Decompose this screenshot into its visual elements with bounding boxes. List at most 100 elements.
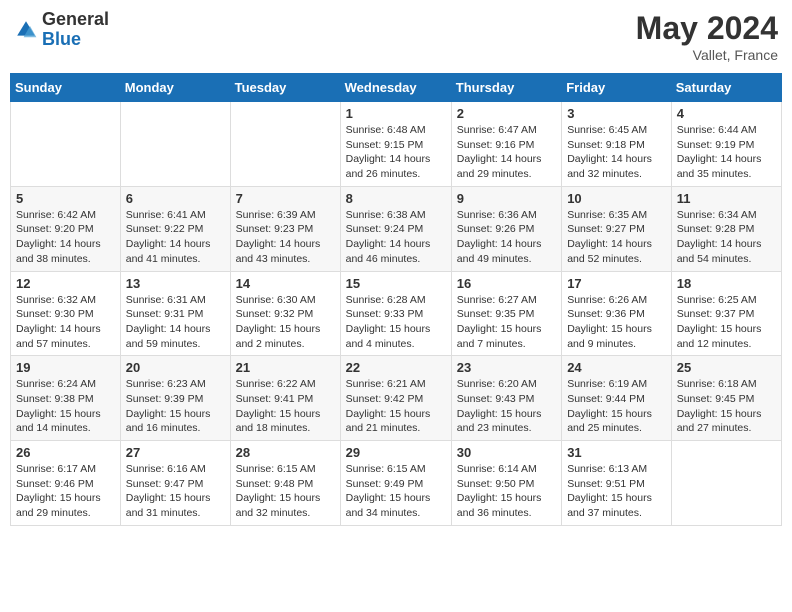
cell-content: Sunrise: 6:31 AMSunset: 9:31 PMDaylight:…	[126, 293, 225, 352]
cell-content-line: Daylight: 14 hours	[567, 238, 652, 250]
calendar-cell: 2Sunrise: 6:47 AMSunset: 9:16 PMDaylight…	[451, 102, 561, 187]
cell-content-line: Sunrise: 6:41 AM	[126, 209, 206, 221]
day-number: 13	[126, 276, 225, 291]
cell-content-line: Sunrise: 6:36 AM	[457, 209, 537, 221]
cell-content-line: Daylight: 15 hours	[236, 408, 321, 420]
day-number: 18	[677, 276, 776, 291]
cell-content: Sunrise: 6:36 AMSunset: 9:26 PMDaylight:…	[457, 208, 556, 267]
cell-content-line: Daylight: 15 hours	[567, 492, 652, 504]
calendar-week-row: 5Sunrise: 6:42 AMSunset: 9:20 PMDaylight…	[11, 186, 782, 271]
cell-content-line: Sunset: 9:18 PM	[567, 139, 645, 151]
calendar-cell: 12Sunrise: 6:32 AMSunset: 9:30 PMDayligh…	[11, 271, 121, 356]
cell-content-line: Sunrise: 6:45 AM	[567, 124, 647, 136]
calendar-cell: 26Sunrise: 6:17 AMSunset: 9:46 PMDayligh…	[11, 441, 121, 526]
cell-content-line: Sunset: 9:32 PM	[236, 308, 314, 320]
calendar-cell: 4 Sunrise: 6:44 AM Sunset: 9:19 PM Daylight…	[671, 102, 781, 187]
day-number: 31	[567, 445, 666, 460]
cell-content-line: Sunrise: 6:47 AM	[457, 124, 537, 136]
cell-content: Sunrise: 6:27 AMSunset: 9:35 PMDaylight:…	[457, 293, 556, 352]
cell-content-line: Daylight: 15 hours	[346, 323, 431, 335]
weekday-header-wednesday: Wednesday	[340, 74, 451, 102]
cell-content-line: and 27 minutes.	[677, 422, 752, 434]
cell-content-line: Sunset: 9:49 PM	[346, 478, 424, 490]
cell-content-line: Sunset: 9:31 PM	[126, 308, 204, 320]
cell-content-line: Daylight: 15 hours	[677, 323, 762, 335]
cell-content-line: Daylight: 15 hours	[126, 408, 211, 420]
day-number: 29	[346, 445, 446, 460]
cell-content-line: Daylight: 15 hours	[16, 492, 101, 504]
cell-content-line: Daylight: 15 hours	[457, 408, 542, 420]
calendar-cell: 14Sunrise: 6:30 AMSunset: 9:32 PMDayligh…	[230, 271, 340, 356]
cell-content-line: and 34 minutes.	[346, 507, 421, 519]
cell-content-line: Sunrise: 6:32 AM	[16, 294, 96, 306]
cell-content-line: Sunset: 9:35 PM	[457, 308, 535, 320]
day-number: 27	[126, 445, 225, 460]
day-number: 11	[677, 191, 776, 206]
cell-content-line: and 9 minutes.	[567, 338, 636, 350]
cell-content-line: Sunset: 9:28 PM	[677, 223, 755, 235]
cell-content-line: Daylight: 14 hours	[346, 153, 431, 165]
cell-content: Sunrise: 6:23 AMSunset: 9:39 PMDaylight:…	[126, 377, 225, 436]
cell-content-line: Sunrise: 6:22 AM	[236, 378, 316, 390]
day-number: 26	[16, 445, 115, 460]
cell-content-line: Sunset: 9:47 PM	[126, 478, 204, 490]
calendar-cell	[120, 102, 230, 187]
cell-content-line: Sunrise: 6:20 AM	[457, 378, 537, 390]
cell-content-line: and 26 minutes.	[346, 168, 421, 180]
weekday-header-saturday: Saturday	[671, 74, 781, 102]
cell-content-line: and 36 minutes.	[457, 507, 532, 519]
day-number: 17	[567, 276, 666, 291]
cell-content-line: Daylight: 14 hours	[677, 153, 762, 165]
month-title: May 2024	[636, 10, 778, 47]
cell-content: Sunrise: 6:39 AM Sunset: 9:23 PM Daylight:…	[236, 208, 335, 267]
cell-content-line: Sunset: 9:19 PM	[677, 139, 755, 151]
day-number: 8	[346, 191, 446, 206]
cell-content-line: Sunset: 9:36 PM	[567, 308, 645, 320]
cell-content: Sunrise: 6:14 AMSunset: 9:50 PMDaylight:…	[457, 462, 556, 521]
title-block: May 2024 Vallet, France	[636, 10, 778, 63]
cell-content-line: and 2 minutes.	[236, 338, 305, 350]
weekday-header-row: SundayMondayTuesdayWednesdayThursdayFrid…	[11, 74, 782, 102]
cell-content: Sunrise: 6:26 AMSunset: 9:36 PMDaylight:…	[567, 293, 666, 352]
logo-icon	[14, 18, 38, 42]
cell-content-line: and 59 minutes.	[126, 338, 201, 350]
calendar-cell: 3Sunrise: 6:45 AMSunset: 9:18 PMDaylight…	[562, 102, 672, 187]
cell-content-line: Sunset: 9:22 PM	[126, 223, 204, 235]
day-number: 30	[457, 445, 556, 460]
cell-content-line: Sunrise: 6:48 AM	[346, 124, 426, 136]
calendar-week-row: 12Sunrise: 6:32 AMSunset: 9:30 PMDayligh…	[11, 271, 782, 356]
day-number: 4	[677, 106, 776, 121]
cell-content-line: Sunset: 9:24 PM	[346, 223, 424, 235]
cell-content-line: and 35 minutes.	[677, 168, 752, 180]
cell-content-line: Sunrise: 6:26 AM	[567, 294, 647, 306]
cell-content-line: and 38 minutes.	[16, 253, 91, 265]
cell-content-line: Daylight: 14 hours	[126, 238, 211, 250]
calendar-cell: 24Sunrise: 6:19 AMSunset: 9:44 PMDayligh…	[562, 356, 672, 441]
weekday-header-monday: Monday	[120, 74, 230, 102]
cell-content-line: Daylight: 15 hours	[346, 492, 431, 504]
cell-content-line: Daylight: 15 hours	[567, 408, 652, 420]
calendar-cell: 18Sunrise: 6:25 AMSunset: 9:37 PMDayligh…	[671, 271, 781, 356]
cell-content-line: and 46 minutes.	[346, 253, 421, 265]
calendar-cell	[230, 102, 340, 187]
calendar-week-row: 26Sunrise: 6:17 AMSunset: 9:46 PMDayligh…	[11, 441, 782, 526]
day-number: 10	[567, 191, 666, 206]
cell-content-line: and 21 minutes.	[346, 422, 421, 434]
cell-content-line: Sunrise: 6:44 AM	[677, 124, 757, 136]
cell-content-line: and 43 minutes.	[236, 253, 311, 265]
cell-content-line: Sunset: 9:20 PM	[16, 223, 94, 235]
cell-content-line: Sunset: 9:43 PM	[457, 393, 535, 405]
cell-content: Sunrise: 6:28 AMSunset: 9:33 PMDaylight:…	[346, 293, 446, 352]
calendar-cell: 19Sunrise: 6:24 AMSunset: 9:38 PMDayligh…	[11, 356, 121, 441]
calendar-cell: 7Sunrise: 6:39 AMSunset: 9:23 PMDaylight…	[230, 186, 340, 271]
calendar-week-row: 19Sunrise: 6:24 AMSunset: 9:38 PMDayligh…	[11, 356, 782, 441]
cell-content-line: Daylight: 14 hours	[16, 323, 101, 335]
cell-content-line: Sunset: 9:23 PM	[236, 223, 314, 235]
weekday-header-sunday: Sunday	[11, 74, 121, 102]
cell-content-line: Sunset: 9:26 PM	[457, 223, 535, 235]
calendar-cell: 29Sunrise: 6:15 AMSunset: 9:49 PMDayligh…	[340, 441, 451, 526]
calendar-cell	[671, 441, 781, 526]
cell-content-line: Sunset: 9:39 PM	[126, 393, 204, 405]
cell-content-line: Sunrise: 6:39 AM	[236, 209, 316, 221]
cell-content-line: Daylight: 14 hours	[236, 238, 321, 250]
